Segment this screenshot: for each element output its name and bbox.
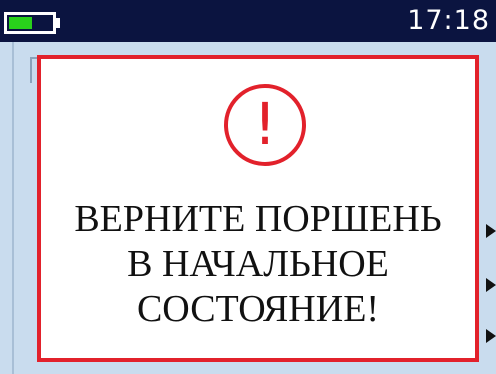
arrow-right-icon <box>486 329 496 343</box>
arrow-right-icon <box>486 224 496 238</box>
alert-message-line-3: СОСТОЯНИЕ! <box>136 288 380 330</box>
background-frame-line <box>12 42 14 374</box>
alert-message-line-2: В НАЧАЛЬНОЕ <box>127 243 389 285</box>
status-bar: 17:18 <box>0 0 496 42</box>
battery-icon <box>4 12 56 34</box>
device-screen: 17:18 ! ВЕРНИТЕ ПОРШЕНЬ В НАЧАЛЬНОЕ СОСТ… <box>0 0 496 374</box>
battery-level-fill <box>9 17 33 29</box>
exclamation-circle-icon: ! <box>224 84 306 166</box>
arrow-right-icon <box>486 278 496 292</box>
alert-message-line-1: ВЕРНИТЕ ПОРШЕНЬ <box>74 198 442 240</box>
alert-dialog: ! ВЕРНИТЕ ПОРШЕНЬ В НАЧАЛЬНОЕ СОСТОЯНИЕ! <box>37 55 479 362</box>
clock: 17:18 <box>407 5 490 36</box>
battery-tip <box>56 18 60 28</box>
alert-message: ВЕРНИТЕ ПОРШЕНЬ В НАЧАЛЬНОЕ СОСТОЯНИЕ! <box>41 197 475 332</box>
